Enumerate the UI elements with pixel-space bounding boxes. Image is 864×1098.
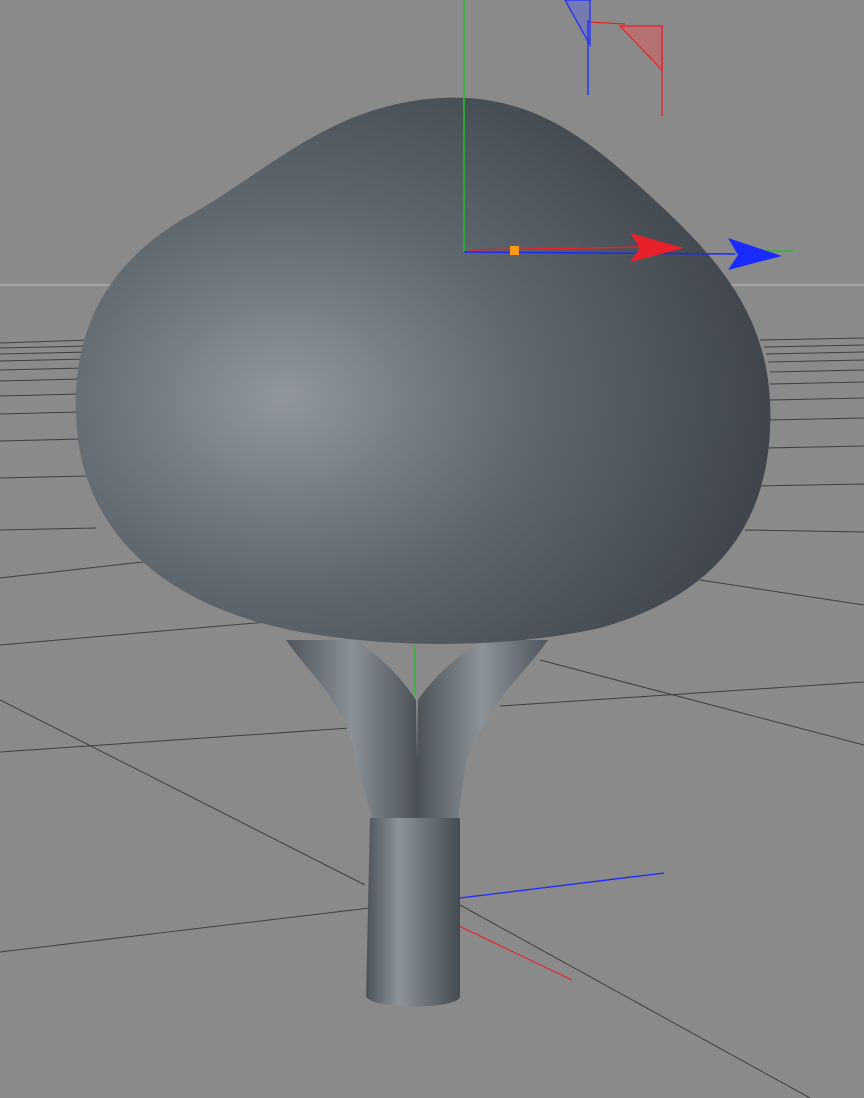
grid-line [744, 529, 864, 533]
world-z-axis [459, 872, 665, 899]
3d-viewport[interactable] [0, 0, 864, 1098]
tree-canopy[interactable] [75, 97, 771, 645]
grid-line [0, 438, 83, 442]
yz-plane-handle[interactable] [564, 0, 591, 48]
tree-branch-right[interactable] [416, 640, 548, 818]
grid-line [765, 351, 864, 355]
plane-handle-x2 [587, 21, 626, 25]
grid-line [0, 699, 366, 886]
grid-line [757, 483, 864, 487]
grid-line [0, 351, 89, 355]
grid-line [0, 358, 87, 362]
grid-line [0, 345, 91, 349]
grid-line [459, 904, 811, 1098]
grid-line [769, 381, 864, 385]
grid-line [699, 579, 864, 606]
grid-line [0, 727, 351, 753]
grid-line [767, 359, 864, 363]
grid-line [0, 367, 85, 371]
grid-line [0, 907, 371, 953]
grid-line [764, 445, 864, 449]
tree-branch-left[interactable] [286, 640, 418, 818]
z-arrow-icon[interactable] [728, 238, 782, 270]
grid-line [0, 411, 81, 415]
grid-line [763, 344, 864, 348]
grid-line [0, 475, 87, 479]
viewport-canvas[interactable] [0, 0, 864, 1098]
grid-line [0, 619, 291, 646]
tree-object[interactable] [75, 97, 771, 1007]
grid-line [769, 369, 864, 373]
tree-trunk[interactable] [366, 818, 460, 1007]
grid-line [0, 393, 81, 397]
grid-line [767, 417, 864, 421]
grid-line [499, 681, 864, 707]
grid-line [759, 337, 864, 341]
grid-line [539, 659, 864, 746]
handle-square[interactable] [510, 246, 519, 255]
grid-line [769, 397, 864, 401]
xz-plane-handle[interactable] [618, 25, 663, 72]
grid-line [0, 339, 91, 344]
grid-line [0, 559, 161, 579]
grid-line [0, 527, 97, 531]
grid-line [0, 378, 83, 382]
